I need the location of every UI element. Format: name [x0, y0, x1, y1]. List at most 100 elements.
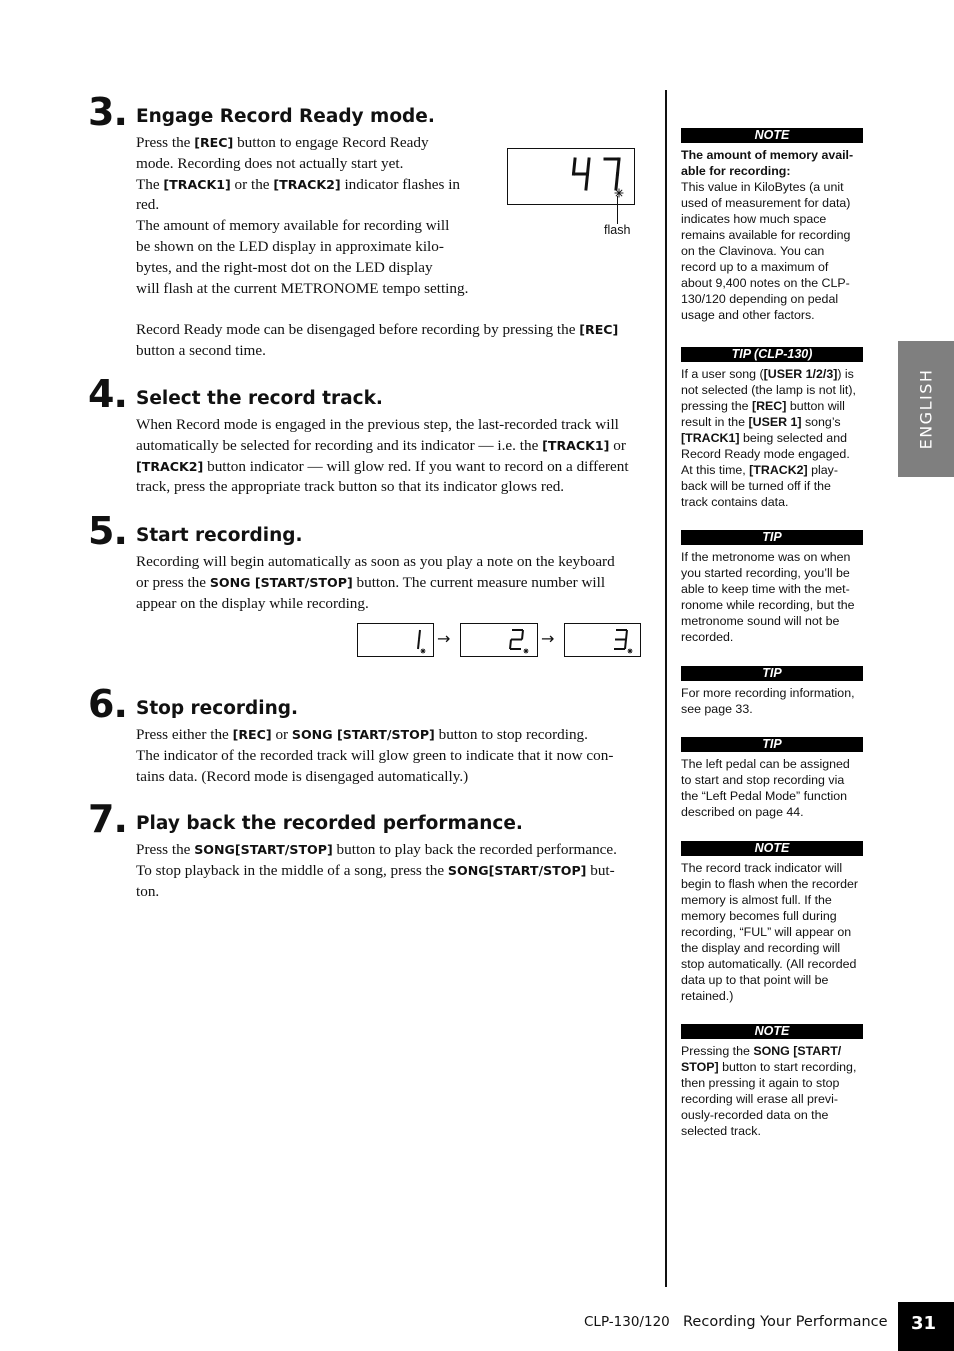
led-measure-display-1: [357, 623, 434, 657]
sidebar-line: used of measurement for data): [681, 196, 851, 210]
body-line: be shown on the LED display in approxima…: [136, 237, 444, 255]
sidebar-line: The record track indicator will: [681, 861, 843, 875]
flash-callout-label: flash: [604, 223, 631, 237]
body-line: button a second time.: [136, 341, 266, 359]
step-title: Select the record track.: [136, 388, 383, 409]
step-body: Press the SONG[START/STOP] button to pla…: [136, 840, 656, 902]
page-number: 31: [911, 1313, 937, 1334]
sidebar-line: STOP] button to start recording,: [681, 1060, 857, 1074]
body-line: will flash at the current METRONOME temp…: [136, 279, 469, 297]
column-divider: [665, 90, 667, 1287]
sidebar-line: then pressing it again to stop: [681, 1076, 840, 1090]
sidebar-line: on the Clavinova. You can: [681, 244, 825, 258]
sidebar-line: record up to a maximum of: [681, 260, 829, 274]
led-segment: [521, 629, 524, 640]
step-title: Engage Record Ready mode.: [136, 106, 435, 127]
sidebar-line: indicates how much space: [681, 212, 827, 226]
step-title: Play back the recorded performance.: [136, 813, 523, 834]
language-tab: ENGLISH: [898, 341, 954, 477]
body-line: When Record mode is engaged in the previ…: [136, 416, 619, 433]
sidebar-tip-left-pedal: TIP The left pedal can be assigned to star…: [681, 737, 863, 820]
sidebar-heading: TIP: [681, 666, 863, 681]
sidebar-note-memory-full: NOTE The record track indicator will begin…: [681, 841, 863, 1004]
flash-callout-line: [617, 196, 619, 224]
led-measure-display-3: [564, 623, 641, 657]
sidebar-line: described on page 44.: [681, 805, 804, 819]
footer-model: CLP-130/120: [584, 1314, 670, 1330]
led-digit: [614, 629, 633, 654]
step-number: 3.: [88, 90, 128, 134]
led-digits: [571, 157, 624, 198]
bold-term: STOP]: [681, 1060, 719, 1074]
body-line: The amount of memory available for recor…: [136, 217, 450, 235]
sidebar-line: Record Ready mode engaged.: [681, 447, 850, 461]
bold-term: SONG[START/STOP]: [447, 862, 587, 878]
sidebar-line: remains available for recording: [681, 228, 851, 242]
led-segment: [615, 157, 621, 176]
sidebar-line: result in the [USER 1] song’s: [681, 415, 841, 429]
bold-term: SONG [START/: [753, 1044, 842, 1058]
led-digit: [417, 629, 426, 654]
sidebar-line: 130/120 depending on pedal: [681, 292, 839, 306]
bold-term: [TRACK2]: [749, 463, 808, 477]
sidebar-line: recorded.: [681, 630, 734, 644]
sidebar-line: retained.): [681, 989, 734, 1003]
step-title: Stop recording.: [136, 698, 299, 719]
bold-term: [USER 1]: [748, 415, 802, 429]
sidebar-heading: TIP: [681, 530, 863, 545]
body-line: To stop playback in the middle of a song…: [136, 861, 615, 879]
bold-term: SONG[START/STOP]: [194, 842, 333, 857]
sidebar-line: the “Left Pedal Mode” function: [681, 789, 847, 803]
bold-term: [TRACK1]: [163, 176, 231, 192]
sidebar-line: At this time, [TRACK2] play-: [681, 463, 838, 477]
sidebar-line: ously-recorded data on the: [681, 1108, 829, 1122]
bold-term: [TRACK1]: [681, 431, 740, 445]
bold-term: [REC]: [579, 322, 619, 338]
body-line: tains data. (Record mode is disengaged a…: [136, 767, 469, 785]
body-line: bytes, and the right-most dot on the LED…: [136, 258, 433, 276]
sidebar-line: recording, “FUL” will appear on: [681, 925, 852, 939]
bold-term: [TRACK2]: [273, 176, 341, 192]
body-line: The indicator of the recorded track will…: [136, 746, 614, 764]
sidebar-line: Pressing the SONG [START/: [681, 1044, 842, 1058]
bold-term: The amount of memory avail-: [681, 148, 854, 162]
sidebar-line: usage and other factors.: [681, 308, 815, 322]
page-number-box: 31: [898, 1302, 954, 1351]
footer-section: Recording Your Performance: [683, 1314, 888, 1330]
sidebar-line: data up to that point will be: [681, 973, 829, 987]
step-body: When Record mode is engaged in the previ…: [136, 415, 656, 498]
bold-term: able for recording:: [681, 164, 791, 178]
sidebar-line: stop automatically. (All recorded: [681, 957, 857, 971]
body-line: appear on the display while recording.: [136, 594, 369, 612]
sidebar-tip-metronome: TIP If the metronome was on when you start…: [681, 530, 863, 645]
sidebar-line: memory is almost full. If the: [681, 893, 832, 907]
sidebar-line: begin to flash when the recorder: [681, 877, 859, 891]
sidebar-line: [TRACK1] being selected and: [681, 431, 847, 445]
sidebar-heading: NOTE: [681, 1024, 863, 1039]
sidebar-line: to start and stop recording via: [681, 773, 845, 787]
sidebar-line: The left pedal can be assigned: [681, 757, 850, 771]
sidebar-line: about 9,400 notes on the CLP-: [681, 276, 850, 290]
arrow-right-icon: →: [541, 629, 555, 648]
body-line: ton.: [136, 882, 160, 900]
sidebar-line: see page 33.: [681, 702, 753, 716]
step-number: 4.: [88, 372, 128, 416]
sidebar-line: The amount of memory avail-: [681, 147, 863, 163]
led-segment: [584, 172, 590, 191]
led-measure-display-2: [460, 623, 538, 657]
sidebar-line: able to keep time with the met-: [681, 582, 850, 596]
led-memory-display: [507, 148, 635, 205]
sidebar-line: back will be turned off if the: [681, 479, 831, 493]
sidebar-heading: NOTE: [681, 128, 863, 143]
led-segment: [509, 639, 512, 650]
bold-term: [REC]: [751, 399, 787, 413]
body-line: track, press the appropriate track butto…: [136, 478, 565, 496]
sidebar-tip-clp130: TIP (CLP-130) If a user song ([USER 1/2/3…: [681, 347, 863, 510]
body-line: or press the SONG [START/STOP] button. T…: [136, 573, 606, 591]
sidebar-line: able for recording:: [681, 163, 863, 179]
body-line: Press the SONG[START/STOP] button to pla…: [136, 841, 617, 858]
led-segment: [625, 629, 628, 640]
sidebar-tip-more-info: TIP For more recording information, see pa…: [681, 666, 863, 717]
body-line: Recording will begin automatically as so…: [136, 553, 615, 570]
bold-term: SONG [START/STOP]: [291, 727, 435, 742]
